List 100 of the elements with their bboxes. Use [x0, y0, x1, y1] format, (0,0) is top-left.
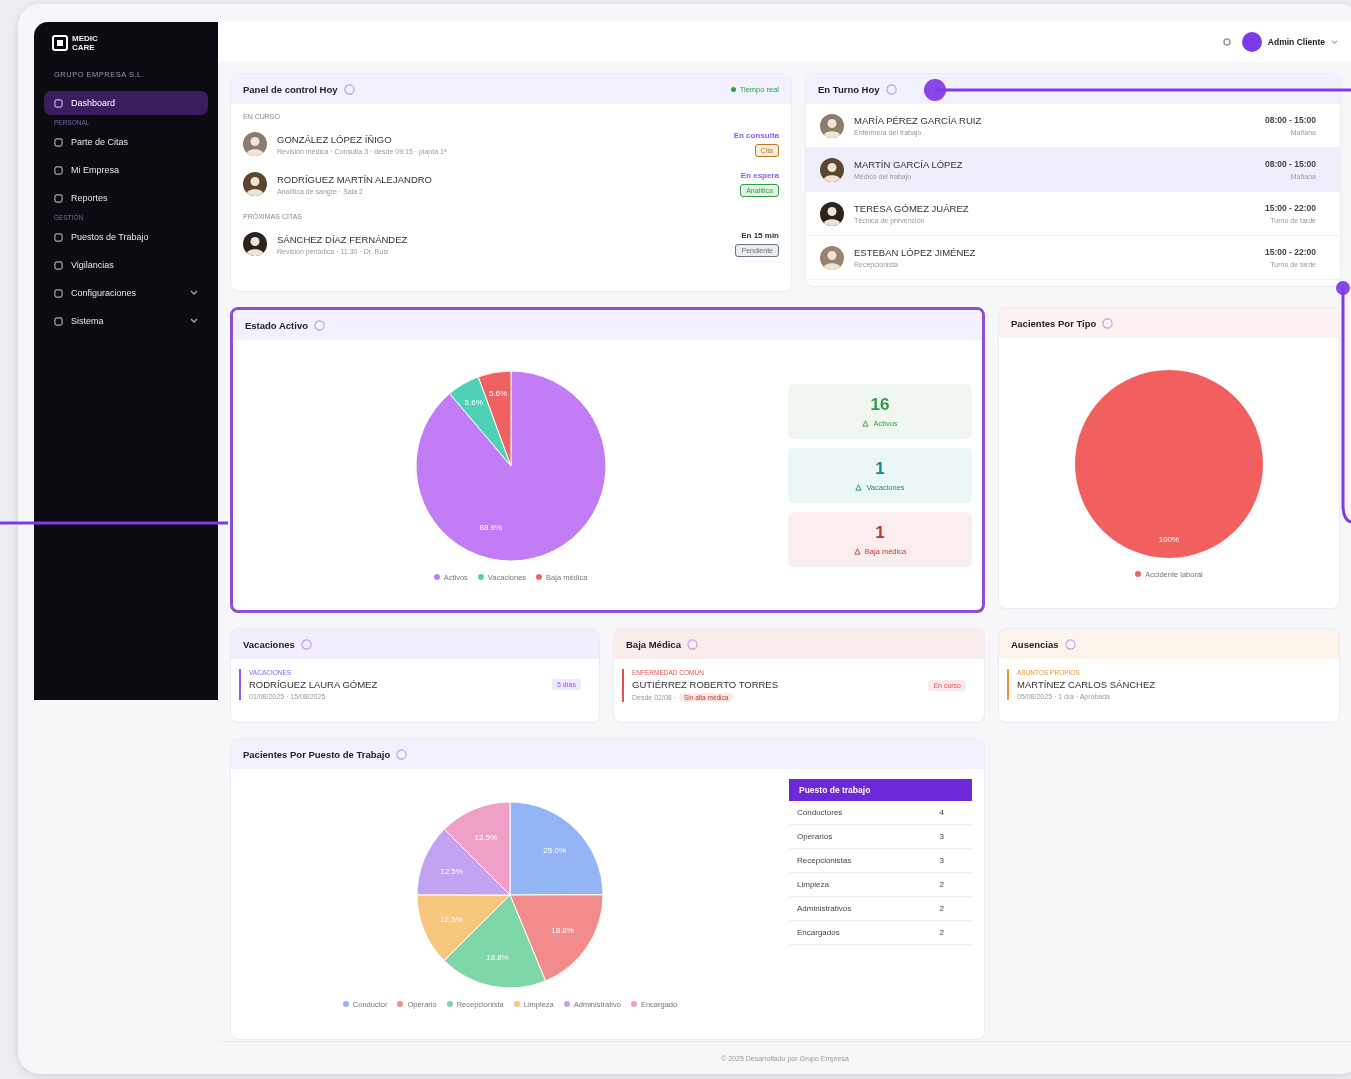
slice-label: 12.5% — [474, 832, 498, 842]
legend-dot — [513, 1001, 520, 1007]
table-cell: Limpieza — [797, 880, 829, 889]
legend-dot — [446, 1001, 453, 1007]
patient-name: GONZÁLEZ LÓPEZ ÍÑIGO — [277, 133, 393, 145]
stat-value: 1 — [875, 458, 885, 479]
table-cell: 3 — [939, 856, 944, 865]
table-cell: Encargados — [797, 928, 840, 937]
status-text: En espera — [740, 171, 779, 180]
employee-name: MARTÍNEZ CARLOS SÁNCHEZ — [1017, 679, 1157, 690]
legend-dot — [397, 1001, 404, 1007]
avatar-icon — [820, 201, 844, 226]
info-icon — [686, 638, 698, 650]
nav-item[interactable]: Mi Empresa — [44, 158, 208, 182]
settings-icon[interactable] — [1221, 37, 1232, 47]
info-icon — [314, 319, 325, 331]
nav-item[interactable]: Dashboard — [44, 91, 208, 115]
logo-icon — [52, 35, 68, 51]
employee-name: GUTIÉRREZ ROBERTO TORRES — [632, 679, 780, 690]
info-icon — [300, 638, 312, 650]
nav-item[interactable]: Parte de Citas — [44, 130, 208, 154]
nav-item[interactable]: Puestos de Trabajo — [44, 225, 208, 249]
staff-name: MARÍA PÉREZ GARCÍA RUIZ — [854, 115, 983, 126]
table-cell: Operarios — [797, 832, 833, 841]
nav-item[interactable]: Vigilancias — [44, 253, 208, 277]
card-title: Panel de control Hoy — [243, 83, 338, 95]
avatar-icon — [243, 232, 267, 256]
patient-name: RODRÍGUEZ MARTÍN ALEJANDRO — [277, 173, 433, 185]
info-icon — [1102, 317, 1114, 329]
slice-label: 5.6% — [464, 397, 483, 407]
avatar-icon — [820, 157, 844, 182]
card-title: Pacientes Por Tipo — [1011, 317, 1097, 329]
triangle-icon — [862, 419, 870, 427]
table-cell: 2 — [939, 904, 944, 913]
avatar-icon — [243, 132, 267, 156]
nav-item[interactable]: Configuraciones — [44, 281, 208, 305]
table-header: Puesto de trabajo — [789, 779, 972, 801]
table-cell: Recepcionistas — [797, 856, 852, 865]
card-title: Pacientes Por Puesto de Trabajo — [243, 748, 391, 760]
nav-item[interactable]: Reportes — [44, 186, 208, 210]
legend-dot — [342, 1001, 349, 1007]
card-title: Estado Activo — [245, 319, 308, 331]
slice-label: 5.6% — [488, 388, 507, 398]
nav-item[interactable]: Sistema — [44, 309, 208, 333]
nav-icon — [54, 165, 63, 175]
user-menu[interactable]: Admin Cliente — [1241, 32, 1338, 52]
nav-icon — [54, 193, 63, 203]
triangle-icon — [855, 483, 863, 491]
slice-label: 25.0% — [543, 845, 567, 855]
card-title: Vacaciones — [243, 638, 295, 650]
avatar-icon — [820, 113, 844, 138]
logo-text: MEDIC CARE — [72, 34, 99, 52]
legend-dot — [477, 574, 484, 580]
table-cell: Administrativos — [797, 904, 852, 913]
status-text: En 15 min — [741, 231, 779, 240]
slice-label: 88.9% — [478, 522, 502, 532]
legend-dot — [536, 574, 543, 580]
card-title: En Turno Hoy — [818, 83, 880, 95]
status-text: En consulta — [733, 131, 779, 140]
info-icon — [885, 83, 897, 95]
slice-label: 18.8% — [551, 925, 574, 935]
table-cell: 2 — [939, 928, 944, 937]
table-cell: 4 — [939, 808, 944, 817]
info-icon — [396, 748, 408, 760]
info-icon — [1064, 638, 1076, 650]
slice-label: 12.5% — [440, 866, 463, 876]
slice-label: 12.5% — [440, 914, 463, 924]
triangle-icon — [853, 547, 861, 555]
shift-time: 08:00 - 15:00 — [1264, 159, 1316, 169]
avatar-icon — [820, 245, 844, 270]
chevron-icon — [190, 318, 198, 324]
legend-dot — [1135, 571, 1142, 577]
staff-name: TERESA GÓMEZ JUÁREZ — [854, 203, 970, 214]
legend-dot — [563, 1001, 570, 1007]
nav-icon — [54, 316, 63, 326]
nav-icon — [54, 137, 63, 147]
legend-dot — [433, 574, 440, 580]
card-title: Baja Médica — [626, 638, 681, 650]
avatar-icon — [1241, 32, 1262, 52]
nav-icon — [54, 288, 63, 298]
avatar-icon — [243, 172, 267, 196]
slice-label: 100% — [1158, 534, 1180, 544]
stat-value: 16 — [870, 394, 890, 415]
stat-value: 1 — [875, 522, 885, 543]
legend-dot — [630, 1001, 637, 1007]
card-title: Ausencias — [1011, 638, 1059, 650]
chevron-icon — [190, 290, 198, 296]
employee-name: RODRÍGUEZ LAURA GÓMEZ — [249, 679, 379, 690]
nav-icon — [54, 232, 63, 242]
shift-time: 15:00 - 22:00 — [1264, 203, 1316, 213]
caret-icon — [1331, 39, 1338, 45]
table-cell: 3 — [939, 832, 944, 841]
shift-time: 08:00 - 15:00 — [1264, 115, 1316, 125]
info-icon — [343, 83, 355, 95]
nav-icon — [54, 260, 63, 270]
staff-name: MARTÍN GARCÍA LÓPEZ — [854, 159, 964, 170]
patient-name: SÁNCHEZ DÍAZ FERNÁNDEZ — [277, 233, 409, 245]
table-cell: Conductores — [797, 808, 843, 817]
slice-label: 18.8% — [486, 952, 509, 962]
nav-icon — [54, 98, 63, 108]
